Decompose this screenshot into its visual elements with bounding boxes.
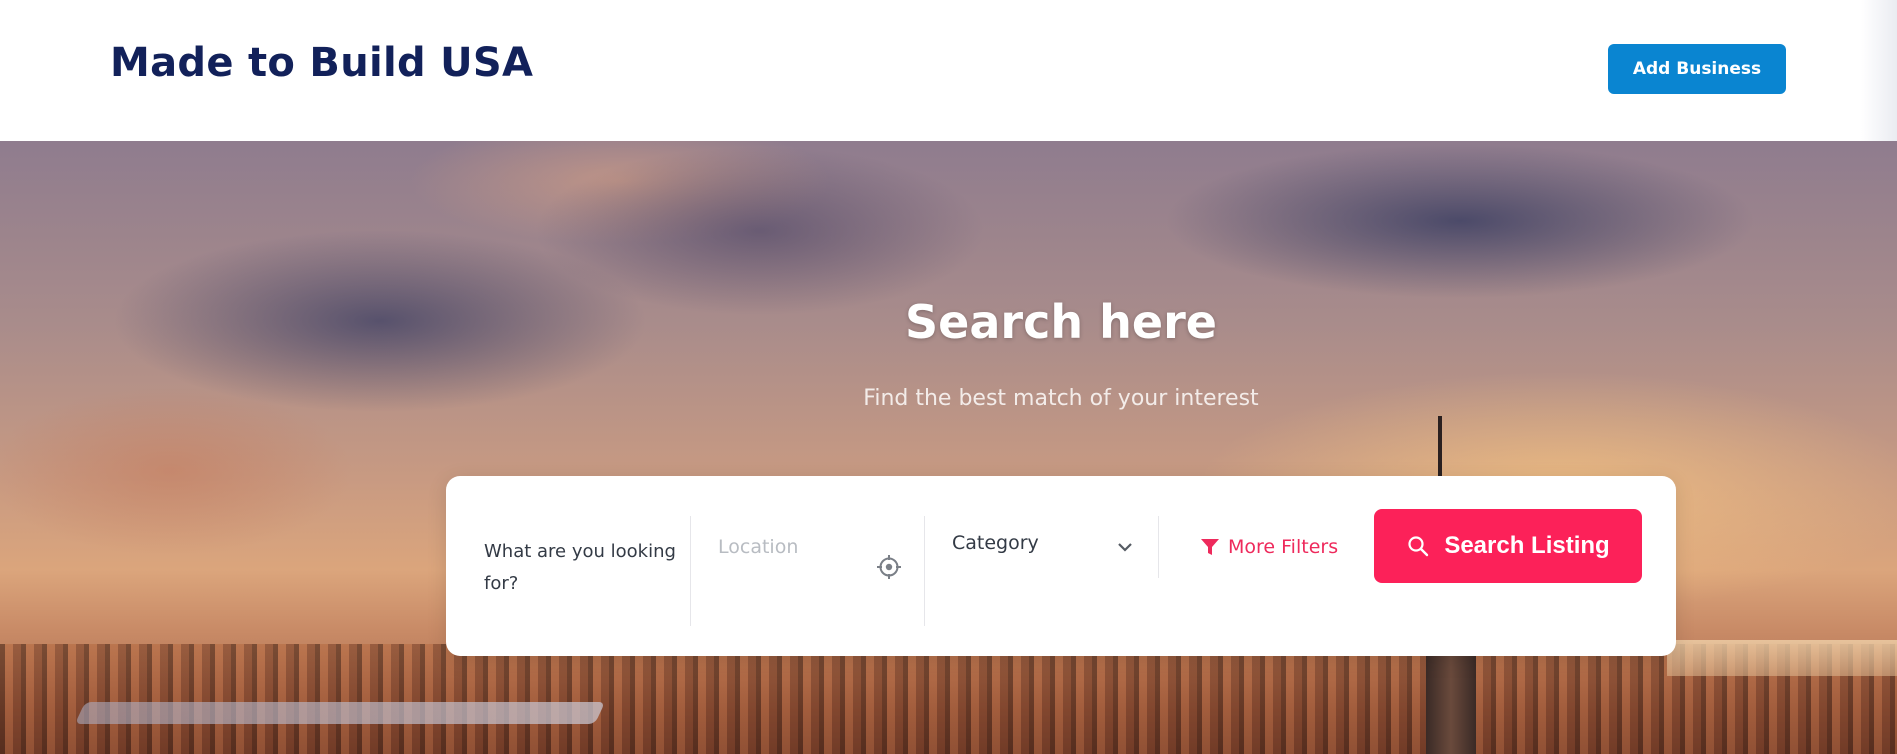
hero-title: Search here xyxy=(905,295,1217,349)
chevron-down-icon[interactable] xyxy=(1116,538,1134,556)
funnel-icon xyxy=(1201,539,1219,555)
more-filters-label: More Filters xyxy=(1228,536,1339,558)
hero-subtitle: Find the best match of your interest xyxy=(863,386,1259,411)
site-logo[interactable]: Made to Build USA xyxy=(110,40,533,86)
search-card: What are you looking for? Category More … xyxy=(446,476,1676,656)
city-skyline xyxy=(0,644,1897,754)
header-edge-shadow xyxy=(1861,0,1897,141)
search-listing-label: Search Listing xyxy=(1444,532,1610,559)
crosshair-icon[interactable] xyxy=(876,554,902,580)
what-field[interactable]: What are you looking for? xyxy=(484,536,684,600)
hero-banner: Search here Find the best match of your … xyxy=(0,141,1897,754)
location-input[interactable] xyxy=(718,532,898,562)
add-business-button[interactable]: Add Business xyxy=(1608,44,1786,94)
harbor xyxy=(1667,640,1897,676)
category-select[interactable]: Category xyxy=(952,532,1142,562)
search-listing-button[interactable]: Search Listing xyxy=(1374,509,1642,583)
more-filters-button[interactable]: More Filters xyxy=(1200,532,1338,562)
divider xyxy=(924,516,925,626)
divider xyxy=(1158,516,1159,578)
search-icon xyxy=(1408,536,1429,557)
river xyxy=(74,702,606,724)
site-header: Made to Build USA Add Business xyxy=(0,0,1897,141)
divider xyxy=(690,516,691,626)
